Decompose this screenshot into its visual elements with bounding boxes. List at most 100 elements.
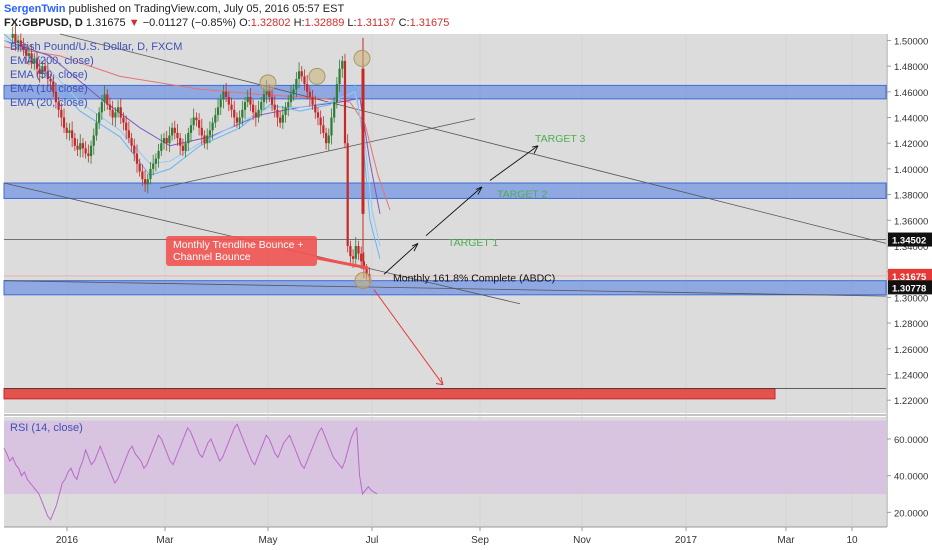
candle-body[interactable] bbox=[219, 99, 222, 108]
candle-body[interactable] bbox=[351, 256, 355, 259]
author-name[interactable]: SergenTwin bbox=[4, 3, 66, 15]
candle-body[interactable] bbox=[335, 84, 338, 103]
candle-body[interactable] bbox=[230, 104, 233, 110]
candle-body[interactable] bbox=[138, 163, 141, 172]
candle-body[interactable] bbox=[214, 114, 217, 123]
peak-marker[interactable] bbox=[259, 74, 277, 92]
symbol-label[interactable]: FX:GBPUSD, D bbox=[4, 17, 83, 29]
candle-body[interactable] bbox=[173, 127, 176, 133]
candle-body[interactable] bbox=[235, 117, 239, 123]
candle-body[interactable] bbox=[257, 109, 260, 118]
chart-canvas[interactable]: 1.50000 1.48000 1.46000 1.44000 1.42000 1.400… bbox=[0, 0, 932, 550]
candle-body[interactable] bbox=[203, 135, 206, 144]
candle-body[interactable] bbox=[143, 179, 147, 185]
candle-body[interactable] bbox=[270, 96, 274, 105]
candle-body[interactable] bbox=[81, 143, 85, 149]
candle-body[interactable] bbox=[276, 109, 279, 118]
candle-body[interactable] bbox=[238, 117, 241, 123]
candle-body[interactable] bbox=[216, 107, 220, 115]
legend-ema50[interactable]: EMA (50, close) bbox=[10, 69, 88, 81]
candle-body[interactable] bbox=[168, 135, 171, 144]
candle-body[interactable] bbox=[84, 148, 87, 154]
legend-ema20[interactable]: EMA (20, close) bbox=[10, 97, 88, 109]
candle-body[interactable] bbox=[127, 130, 130, 139]
candle-body[interactable] bbox=[95, 122, 98, 136]
candle-body[interactable] bbox=[68, 130, 71, 133]
candle-body[interactable] bbox=[154, 158, 157, 164]
candle-body[interactable] bbox=[108, 104, 112, 110]
candle-body[interactable] bbox=[284, 107, 287, 115]
candle-body[interactable] bbox=[233, 109, 236, 118]
candle-body[interactable] bbox=[338, 68, 341, 85]
candle-body[interactable] bbox=[179, 138, 182, 146]
candle-body[interactable] bbox=[106, 94, 109, 105]
candle-body[interactable] bbox=[225, 91, 228, 97]
candle-body[interactable] bbox=[189, 125, 193, 133]
candle-body[interactable] bbox=[71, 130, 74, 139]
candle-body[interactable] bbox=[211, 122, 214, 131]
candle-body[interactable] bbox=[361, 68, 365, 214]
candle-body[interactable] bbox=[87, 153, 90, 157]
candle-body[interactable] bbox=[287, 102, 290, 108]
candle-body[interactable] bbox=[119, 107, 122, 118]
candle-body[interactable] bbox=[125, 122, 128, 131]
candle-body[interactable] bbox=[192, 117, 195, 126]
candle-body[interactable] bbox=[252, 104, 255, 113]
candle-body[interactable] bbox=[306, 84, 309, 92]
candle-body[interactable] bbox=[341, 60, 344, 69]
support-resistance-zone[interactable] bbox=[3, 84, 887, 100]
legend-title[interactable]: British Pound/U.S. Dollar, D, FXCM bbox=[10, 41, 182, 53]
candle-body[interactable] bbox=[327, 135, 330, 144]
candle-body[interactable] bbox=[79, 143, 82, 150]
peak-marker[interactable] bbox=[308, 67, 326, 85]
candle-body[interactable] bbox=[141, 171, 144, 180]
candle-body[interactable] bbox=[346, 143, 349, 246]
candle-body[interactable] bbox=[349, 245, 352, 257]
candle-body[interactable] bbox=[116, 107, 120, 113]
peak-marker[interactable] bbox=[353, 49, 371, 67]
legend-ema200[interactable]: EMA (200, close) bbox=[10, 55, 94, 67]
candle-body[interactable] bbox=[60, 109, 63, 118]
candle-body[interactable] bbox=[292, 89, 295, 95]
candle-body[interactable] bbox=[241, 109, 244, 118]
candle-body[interactable] bbox=[133, 145, 136, 154]
candle-body[interactable] bbox=[354, 245, 357, 259]
candle-body[interactable] bbox=[195, 117, 198, 121]
support-resistance-zone[interactable] bbox=[3, 182, 887, 199]
candle-body[interactable] bbox=[314, 104, 317, 113]
candle-body[interactable] bbox=[319, 117, 322, 126]
candle-body[interactable] bbox=[187, 132, 190, 144]
candle-body[interactable] bbox=[311, 96, 314, 105]
candle-body[interactable] bbox=[357, 245, 360, 254]
candle-body[interactable] bbox=[92, 135, 95, 146]
candle-body[interactable] bbox=[262, 94, 266, 103]
candle-body[interactable] bbox=[316, 112, 320, 118]
peak-marker[interactable] bbox=[354, 272, 372, 290]
candle-body[interactable] bbox=[300, 71, 303, 77]
candle-body[interactable] bbox=[11, 34, 14, 38]
candle-body[interactable] bbox=[273, 104, 276, 110]
candle-body[interactable] bbox=[73, 138, 76, 146]
candle-body[interactable] bbox=[198, 120, 201, 128]
candle-body[interactable] bbox=[152, 163, 155, 169]
candle-body[interactable] bbox=[98, 112, 101, 123]
candle-body[interactable] bbox=[176, 132, 179, 139]
candle-body[interactable] bbox=[160, 143, 163, 151]
candle-body[interactable] bbox=[279, 117, 282, 123]
candle-body[interactable] bbox=[289, 94, 293, 103]
candle-body[interactable] bbox=[103, 94, 106, 103]
candle-body[interactable] bbox=[114, 112, 117, 118]
candle-body[interactable] bbox=[130, 138, 133, 146]
candle-body[interactable] bbox=[246, 96, 249, 103]
candle-body[interactable] bbox=[165, 138, 168, 144]
candle-body[interactable] bbox=[324, 132, 328, 144]
candle-body[interactable] bbox=[295, 78, 298, 90]
candle-body[interactable] bbox=[162, 138, 166, 144]
candle-body[interactable] bbox=[330, 117, 333, 136]
candle-body[interactable] bbox=[122, 117, 125, 123]
candle-body[interactable] bbox=[62, 117, 66, 128]
candle-body[interactable] bbox=[111, 109, 114, 118]
candle-body[interactable] bbox=[157, 150, 160, 159]
candle-body[interactable] bbox=[184, 143, 187, 151]
candle-body[interactable] bbox=[227, 96, 230, 105]
